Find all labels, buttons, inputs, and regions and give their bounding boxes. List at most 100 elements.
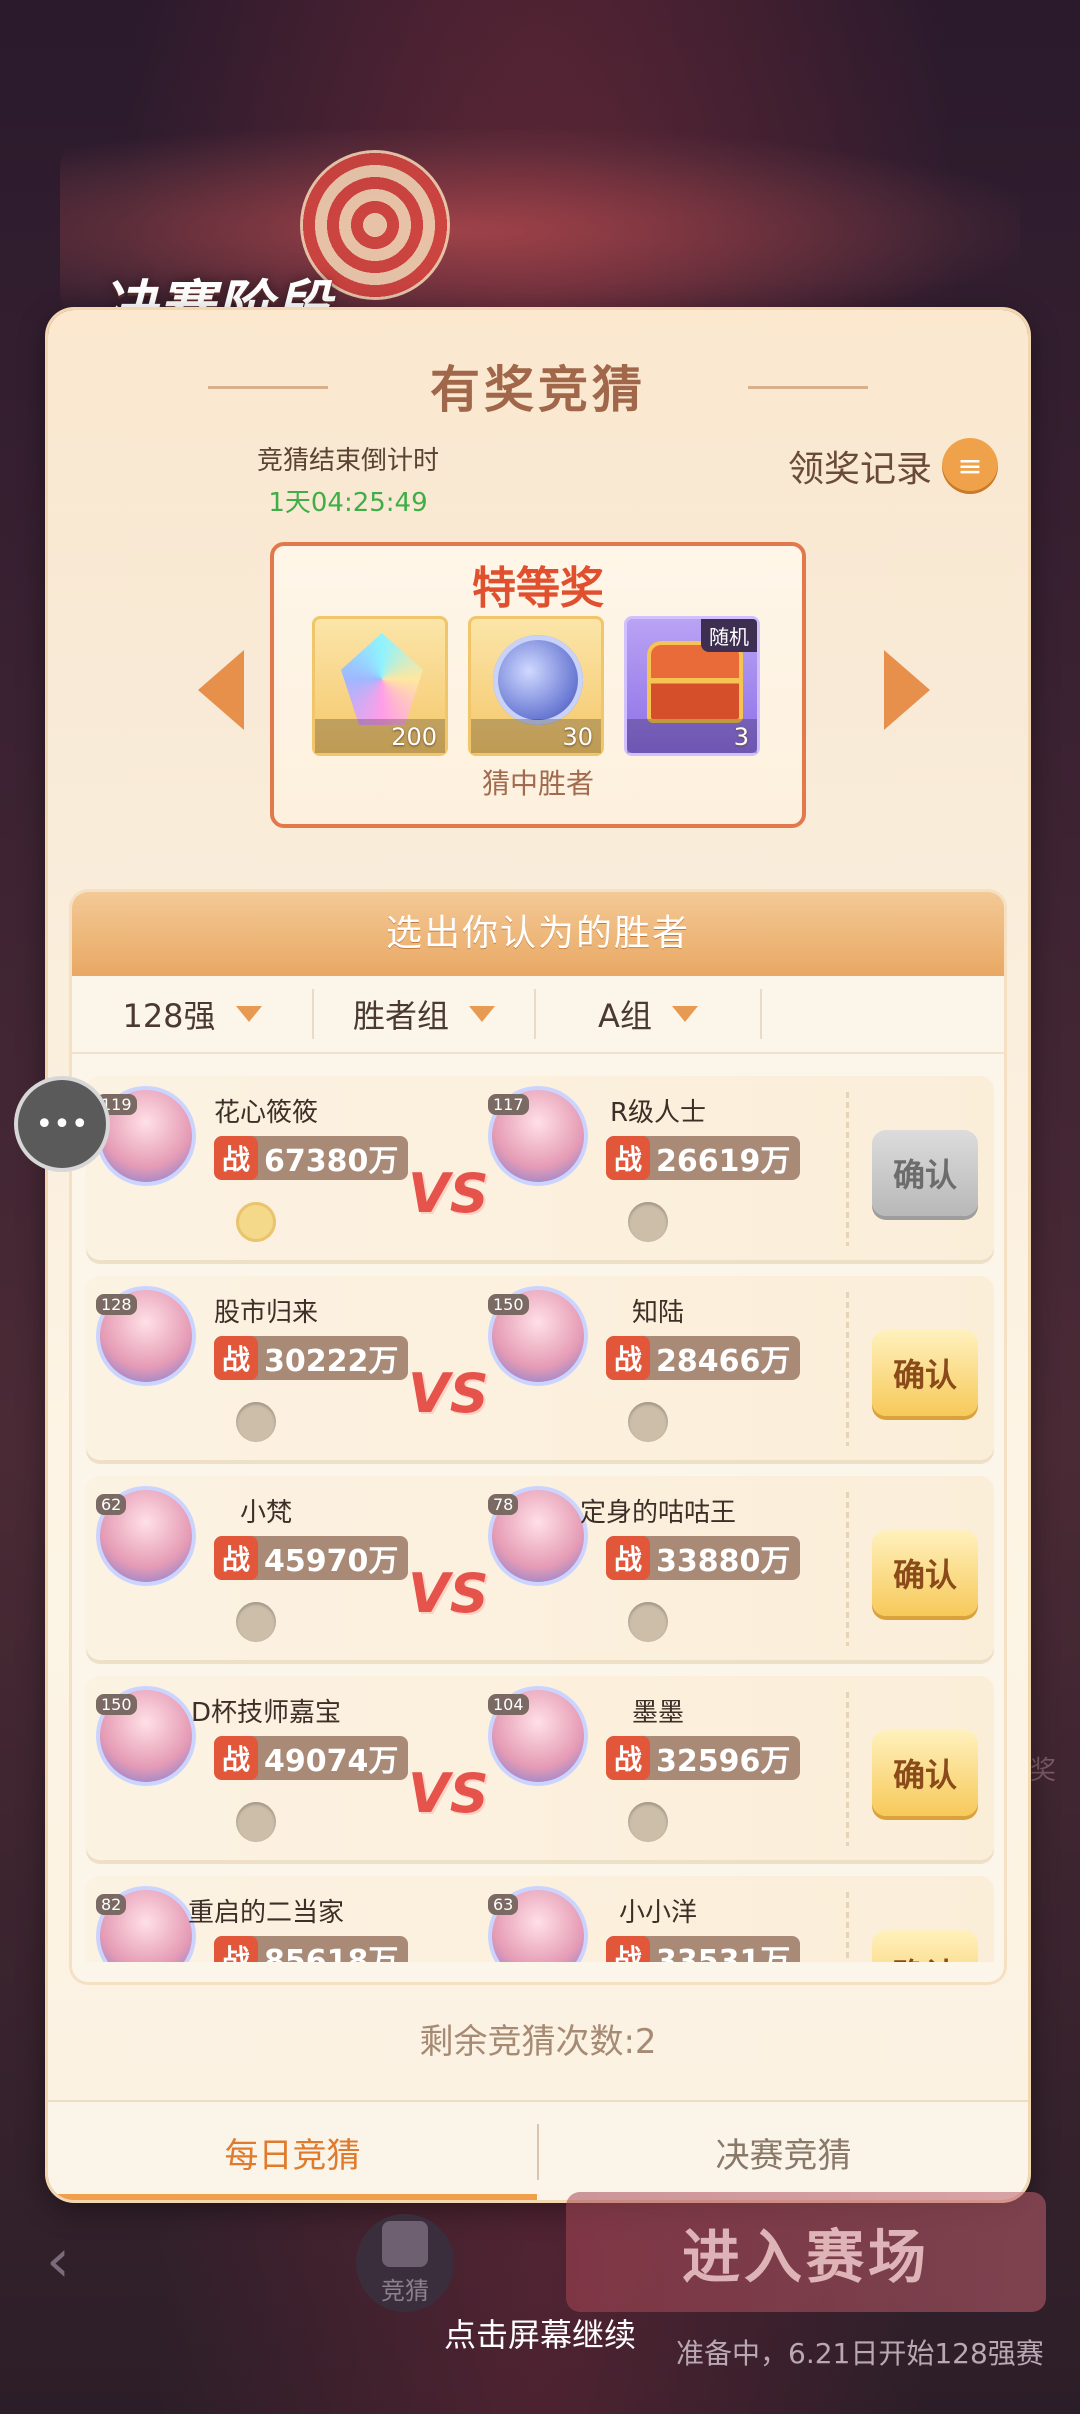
player-name: R级人士: [609, 1098, 707, 1128]
match-list[interactable]: 119 花心筱筱 战 67380万 117 R级人士 战 26619万 VS 确…: [86, 1076, 1018, 1962]
prize-items: 200 30 随机 3: [312, 616, 760, 756]
tab-daily-guess[interactable]: 每日竞猜: [48, 2102, 537, 2200]
prize-title: 特等奖: [472, 563, 604, 614]
prize-item-coin[interactable]: 30: [468, 616, 604, 756]
guess-dice-button[interactable]: 竞猜: [356, 2214, 454, 2312]
confirm-button[interactable]: 确认: [872, 1130, 978, 1216]
vs-label: VS: [408, 1762, 489, 1825]
player-name: 定身的咕咕王: [579, 1498, 736, 1528]
vs-label: VS: [408, 1362, 489, 1425]
power-badge: 战: [214, 1936, 258, 1962]
player-power: 战 67380万: [214, 1136, 409, 1180]
prize-count: 3: [733, 723, 749, 751]
rainbow-gem-icon: [341, 633, 423, 725]
side-prize-text: 奖: [1030, 1756, 1057, 1786]
pick-radio[interactable]: [236, 1602, 276, 1642]
player-name: 重启的二当家: [187, 1898, 344, 1928]
player-right[interactable]: 63 小小洋 战 33531万: [488, 1886, 808, 1962]
player-left[interactable]: 150 D杯技师嘉宝 战 49074万: [96, 1686, 416, 1846]
player-left[interactable]: 82 重启的二当家 战 85618万: [96, 1886, 416, 1962]
pick-radio[interactable]: [236, 1202, 276, 1242]
guess-panel: 有奖竞猜 竞猜结束倒计时 1天04:25:49 领奖记录 ≡ 特等奖 200 3…: [48, 310, 1028, 2200]
player-left[interactable]: 62 小梵 战 45970万: [96, 1486, 416, 1646]
confirm-button[interactable]: 确认: [872, 1330, 978, 1416]
pick-radio[interactable]: [628, 1802, 668, 1842]
guess-tabs: 每日竞猜 决赛竞猜: [48, 2100, 1028, 2200]
player-right[interactable]: 104 墨墨 战 32596万: [488, 1686, 808, 1846]
power-value: 67380万: [264, 1144, 399, 1179]
pick-radio[interactable]: [236, 1402, 276, 1442]
player-level: 117: [488, 1094, 529, 1115]
prize-item-chest[interactable]: 随机 3: [624, 616, 760, 756]
dropdown-triangle-icon: [671, 1006, 698, 1022]
chat-icon[interactable]: •••: [18, 1080, 106, 1168]
power-badge: 战: [214, 1136, 258, 1180]
player-level: 82: [96, 1894, 127, 1915]
power-value: 26619万: [656, 1144, 791, 1179]
countdown-label: 竞猜结束倒计时: [256, 446, 439, 476]
countdown-value: 1天04:25:49: [268, 488, 428, 518]
power-value: 33880万: [656, 1544, 791, 1579]
player-level: 150: [96, 1694, 137, 1715]
dice-icon: [382, 2220, 428, 2267]
treasure-chest-icon: [647, 641, 743, 723]
filter-group-dropdown[interactable]: A组: [536, 989, 762, 1039]
player-power: 战 30222万: [214, 1336, 409, 1380]
pick-radio[interactable]: [628, 1602, 668, 1642]
player-power: 战 33531万: [606, 1936, 801, 1962]
player-left[interactable]: 128 股市归来 战 30222万: [96, 1286, 416, 1446]
pick-radio[interactable]: [236, 1802, 276, 1842]
power-value: 28466万: [656, 1344, 791, 1379]
prize-prev-arrow-icon[interactable]: [198, 650, 244, 730]
player-power: 战 33880万: [606, 1536, 801, 1580]
filter-bracket-dropdown[interactable]: 胜者组: [314, 989, 536, 1039]
grand-prize-box: 特等奖 200 30 随机 3 猜中胜者: [270, 542, 806, 828]
power-badge: 战: [606, 1336, 650, 1380]
schedule-notice: 准备中，6.21日开始128强赛: [676, 2337, 1044, 2370]
back-arrow-icon[interactable]: ‹: [46, 2226, 70, 2296]
remaining-guesses: 剩余竞猜次数:2: [419, 2022, 657, 2062]
player-right[interactable]: 78 定身的咕咕王 战 33880万: [488, 1486, 808, 1646]
player-level: 63: [488, 1894, 519, 1915]
player-name: 知陆: [631, 1298, 684, 1328]
vs-label: VS: [408, 1162, 489, 1225]
player-name: 小梵: [239, 1498, 292, 1528]
match-row: 82 重启的二当家 战 85618万 63 小小洋 战 33531万 VS: [86, 1876, 994, 1962]
filter-round-dropdown[interactable]: 128强: [72, 989, 314, 1039]
prize-item-gem[interactable]: 200: [312, 616, 448, 756]
player-name: 花心筱筱: [213, 1098, 318, 1128]
match-row: 62 小梵 战 45970万 78 定身的咕咕王 战 33880万 VS 确认: [86, 1476, 994, 1660]
player-name: 小小洋: [618, 1898, 697, 1928]
dropdown-triangle-icon: [235, 1006, 262, 1022]
power-value: 33531万: [656, 1944, 791, 1962]
confirm-button[interactable]: 确认: [872, 1530, 978, 1616]
pick-radio[interactable]: [628, 1402, 668, 1442]
player-power: 战 28466万: [606, 1336, 801, 1380]
power-value: 49074万: [264, 1744, 399, 1779]
prize-caption: 猜中胜者: [481, 767, 594, 800]
power-value: 45970万: [264, 1544, 399, 1579]
reward-record-label: 领奖记录: [787, 449, 932, 490]
player-level: 78: [488, 1494, 519, 1515]
prize-next-arrow-icon[interactable]: [884, 650, 930, 730]
confirm-button[interactable]: 确认: [872, 1930, 978, 1962]
panel-title: 有奖竞猜: [48, 350, 1028, 422]
filter-bar: 128强 胜者组 A组: [72, 976, 1004, 1054]
tab-final-guess[interactable]: 决赛竞猜: [539, 2102, 1028, 2200]
power-badge: 战: [606, 1936, 650, 1962]
player-left[interactable]: 119 花心筱筱 战 67380万: [96, 1086, 416, 1246]
player-right[interactable]: 150 知陆 战 28466万: [488, 1286, 808, 1446]
player-right[interactable]: 117 R级人士 战 26619万: [488, 1086, 808, 1246]
player-level: 128: [96, 1294, 137, 1315]
vs-label: VS: [408, 1562, 489, 1625]
reward-record-button[interactable]: 领奖记录 ≡: [788, 436, 998, 496]
confirm-button[interactable]: 确认: [872, 1730, 978, 1816]
power-badge: 战: [214, 1736, 258, 1780]
power-value: 85618万: [264, 1944, 399, 1962]
power-value: 32596万: [656, 1744, 791, 1779]
random-tag: 随机: [701, 619, 757, 652]
player-level: 104: [488, 1694, 529, 1715]
pick-radio[interactable]: [628, 1202, 668, 1242]
enter-arena-button[interactable]: 进入赛场: [566, 2192, 1046, 2312]
player-power: 战 49074万: [214, 1736, 409, 1780]
